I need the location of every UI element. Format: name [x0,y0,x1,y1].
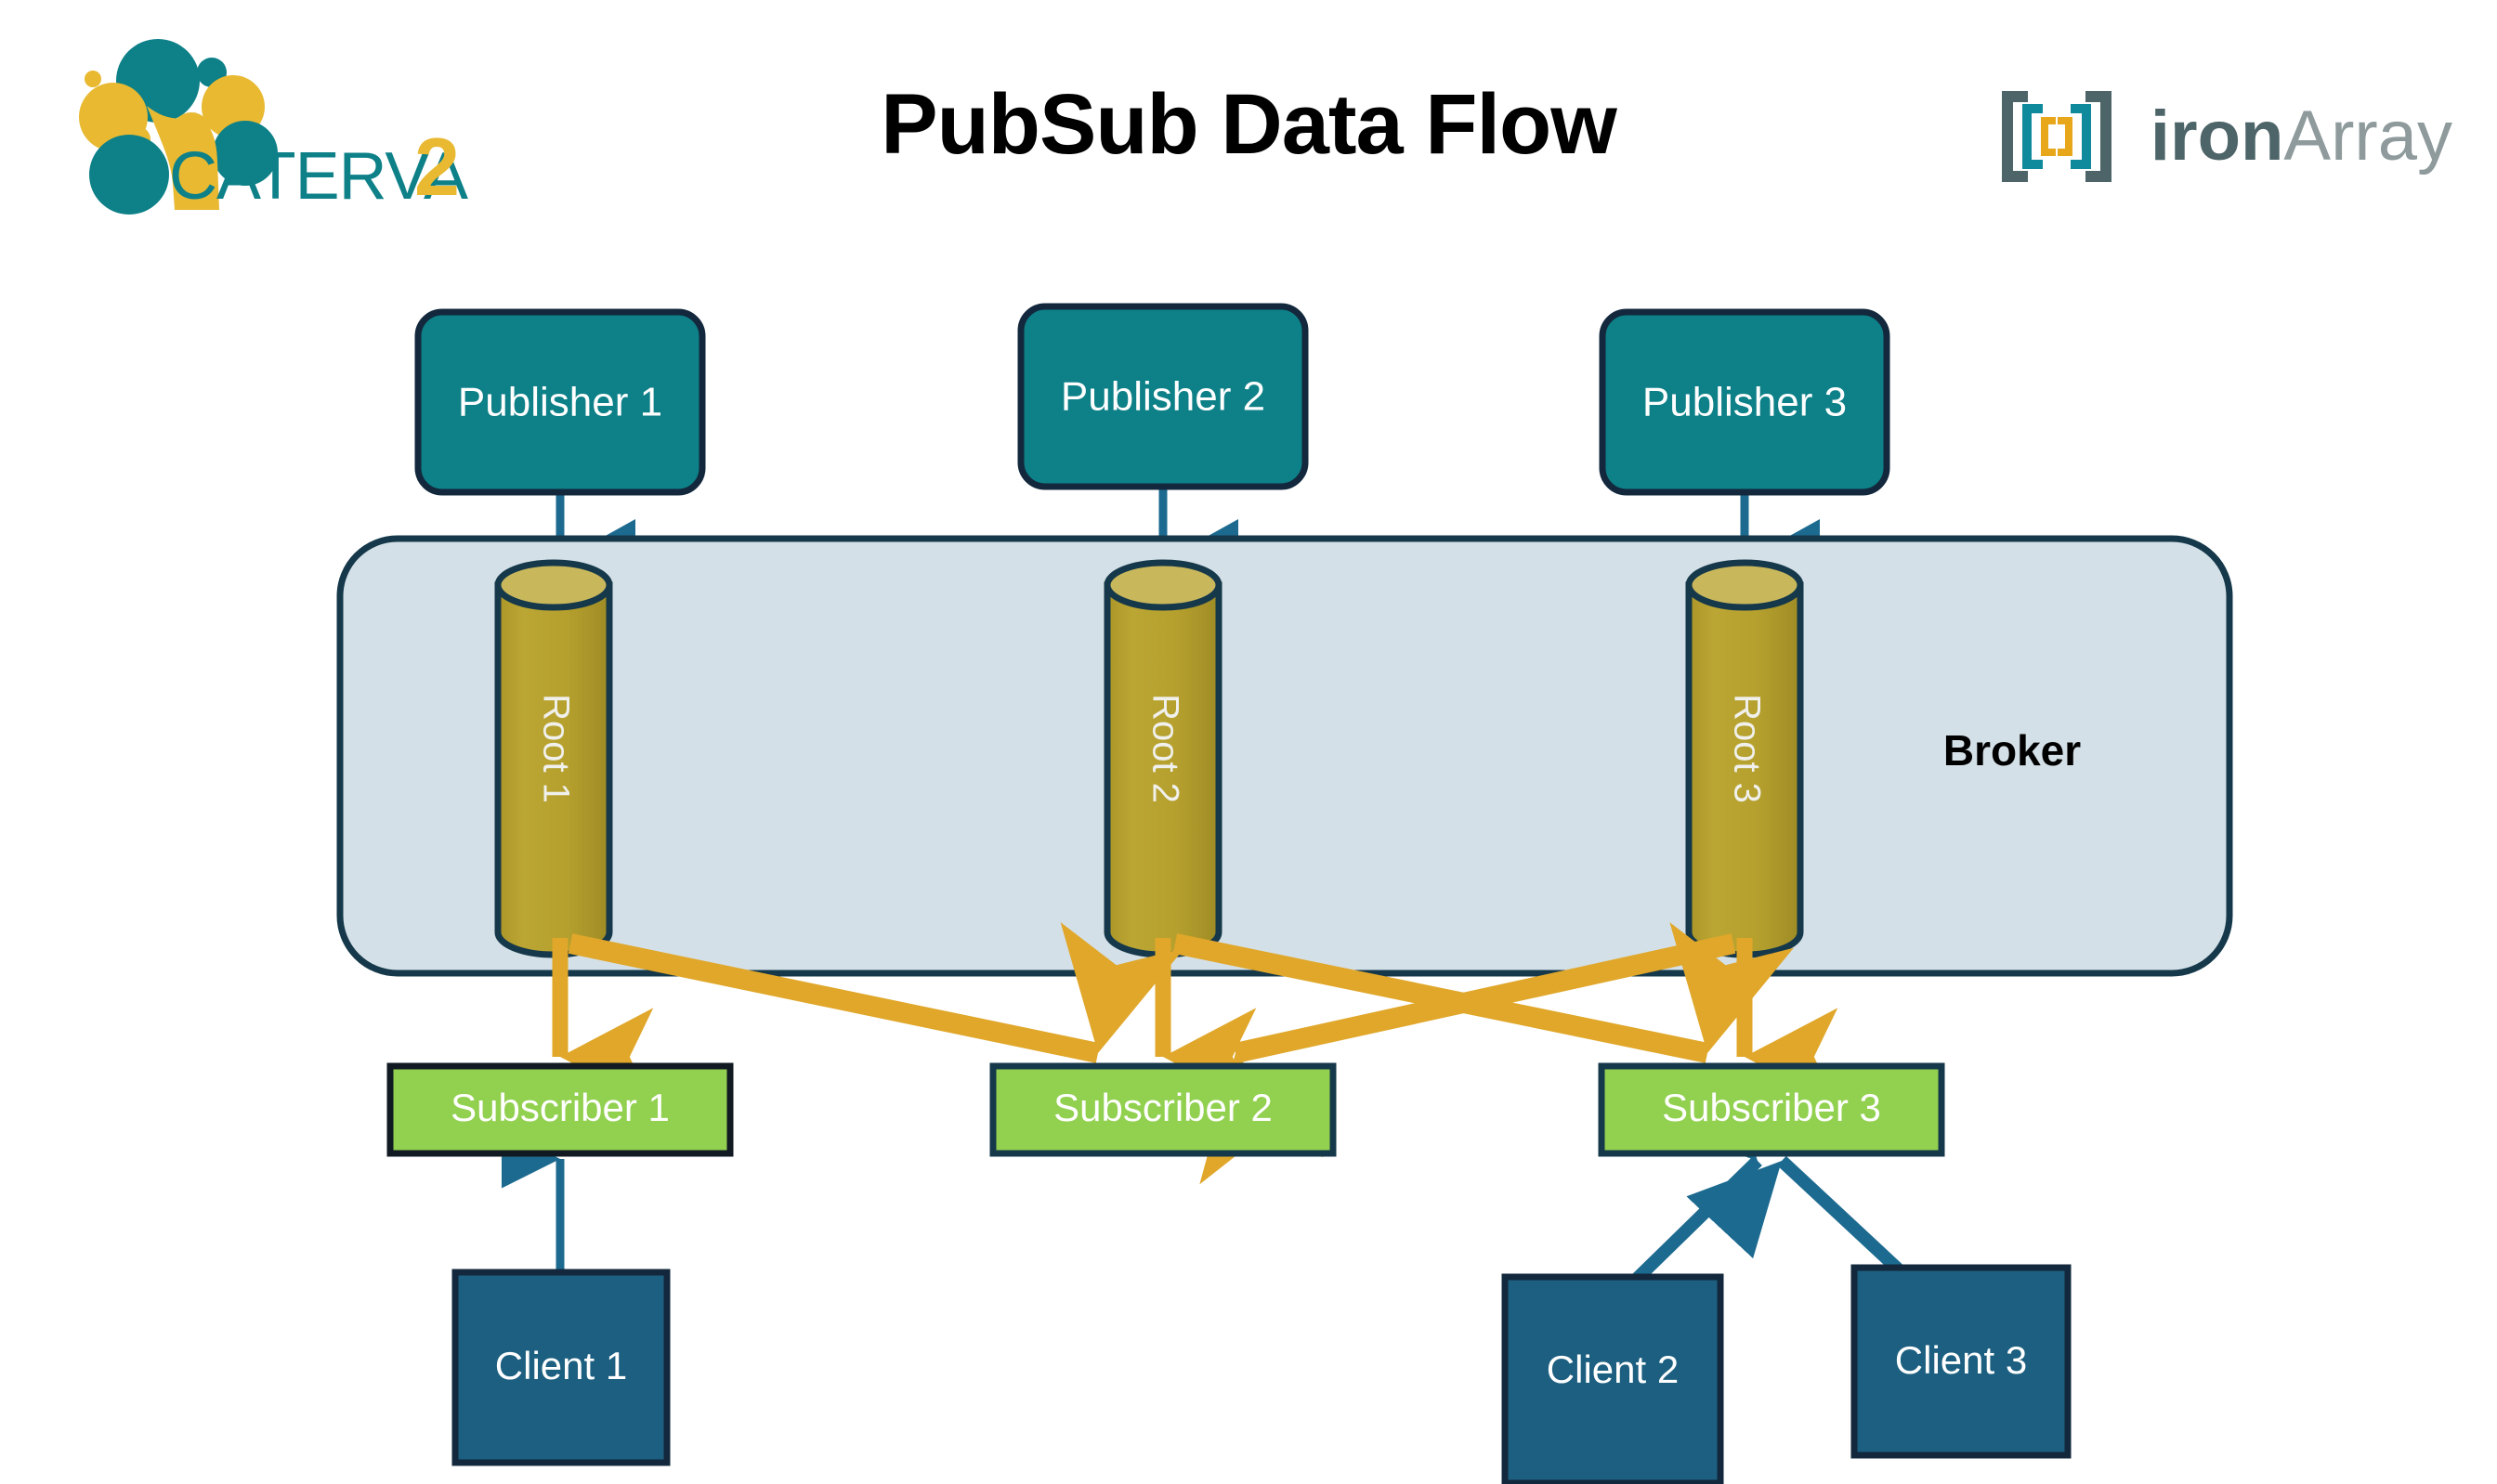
publisher-node-1[interactable]: Publisher 1 [414,308,706,496]
root3-label: Root 3 [1726,694,1767,803]
publisher-node-2[interactable]: Publisher 2 [1017,303,1309,490]
client1-label: Client 1 [495,1344,627,1387]
subscriber3-label: Subscriber 3 [1662,1086,1881,1129]
publisher3-label: Publisher 3 [1642,380,1847,425]
subscriber-node-2[interactable]: Subscriber 2 [989,1062,1337,1157]
root-cylinder-2[interactable]: Root 2 [1104,559,1222,958]
root2-label: Root 2 [1144,694,1185,803]
root1-cylinder-top [494,559,613,611]
diagram-canvas: CATERVA 2 PubSub Data Flow ironArray Bro… [0,0,2497,1484]
client-node-3[interactable]: Client 3 [1850,1264,2072,1459]
client2-label: Client 2 [1547,1347,1679,1391]
subscriber-node-1[interactable]: Subscriber 1 [386,1062,734,1157]
publisher2-label: Publisher 2 [1061,374,1265,420]
client-node-1[interactable]: Client 1 [451,1269,671,1466]
root-cylinder-1[interactable]: Root 1 [494,559,613,958]
root-cylinder-3[interactable]: Root 3 [1685,559,1804,958]
root3-cylinder-top [1685,559,1804,611]
client-node-2[interactable]: Client 2 [1501,1273,1724,1484]
subscriber-node-3[interactable]: Subscriber 3 [1598,1062,1945,1157]
subscriber1-label: Subscriber 1 [451,1086,670,1129]
client3-label: Client 3 [1895,1338,2027,1382]
subscriber2-label: Subscriber 2 [1053,1086,1273,1129]
pubsub-flow-diagram: Broker Root 1 Root 2 Root 3 Publisher 1 … [336,303,2233,1484]
broker-container: Broker [336,535,2233,977]
client-to-subscriber-flows [502,1063,1948,1324]
publisher1-label: Publisher 1 [458,380,662,425]
root1-label: Root 1 [535,694,576,803]
broker-label: Broker [1943,726,2081,775]
publisher-node-3[interactable]: Publisher 3 [1599,308,1890,496]
root2-cylinder-top [1104,559,1222,611]
